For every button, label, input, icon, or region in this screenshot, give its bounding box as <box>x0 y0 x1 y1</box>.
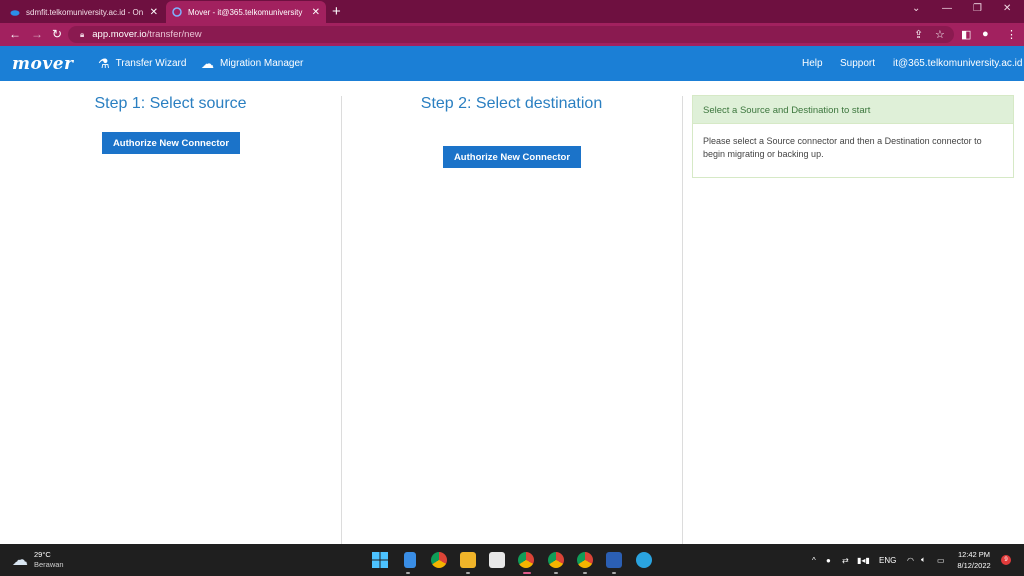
telegram-icon[interactable] <box>636 552 652 568</box>
notepad-icon[interactable] <box>404 552 416 568</box>
active-indicator <box>523 572 531 574</box>
running-indicator <box>466 572 470 574</box>
chrome-icon[interactable] <box>431 552 447 568</box>
tab-title: Mover - it@365.telkomuniversity <box>188 7 303 17</box>
store-icon[interactable] <box>489 552 505 568</box>
show-hidden-icons-icon[interactable]: ^ <box>812 544 816 576</box>
browser-tab-sdmfit[interactable]: sdmfit.telkomuniversity.ac.id - On ✕ <box>4 1 164 23</box>
chrome-profile-icon[interactable] <box>518 552 534 568</box>
help-link[interactable]: Help <box>802 46 823 81</box>
clock-date: 8/12/2022 <box>957 561 991 570</box>
language-indicator[interactable]: ENG <box>879 544 896 576</box>
lock-icon: 🔒︎ <box>80 29 85 39</box>
step-2-title: Step 2: Select destination <box>420 95 603 112</box>
back-icon[interactable]: ← <box>9 27 21 41</box>
profile-icon[interactable]: ● <box>982 28 989 40</box>
panel-heading: Select a Source and Destination to start <box>693 96 1013 123</box>
close-tab-icon[interactable]: ✕ <box>312 7 320 18</box>
chrome-profile-icon[interactable] <box>577 552 593 568</box>
notification-badge[interactable]: 9 <box>1001 555 1011 565</box>
cloud-icon: ☁ <box>12 552 28 569</box>
running-indicator <box>406 572 410 574</box>
cloud-upload-icon: ☁ <box>201 55 214 71</box>
wifi-icon[interactable]: ◠ <box>907 544 914 576</box>
chrome-profile-icon[interactable] <box>548 552 564 568</box>
more-menu-icon[interactable]: ⋮ <box>1006 28 1017 41</box>
minimize-icon[interactable]: — <box>942 3 952 14</box>
close-window-icon[interactable]: ✕ <box>1003 3 1011 14</box>
nav-migration-manager[interactable]: ☁ Migration Manager <box>201 46 303 81</box>
battery-icon[interactable]: ▭ <box>937 544 945 576</box>
bookmark-star-icon[interactable]: ☆ <box>935 28 945 41</box>
browser-toolbar: ← → ↻ 🔒︎ app.mover.io/transfer/new ⇪ ☆ ◧… <box>0 23 1024 46</box>
running-indicator <box>554 572 558 574</box>
mover-logo[interactable]: mover <box>12 54 73 74</box>
url-host: app.mover.io <box>92 29 147 40</box>
taskbar-clock[interactable]: 12:42 PM 8/12/2022 <box>952 549 996 571</box>
onedrive-cloud-icon <box>10 7 20 17</box>
url-path: /transfer/new <box>146 29 202 40</box>
new-tab-icon[interactable]: + <box>332 3 341 20</box>
windows-start-icon[interactable] <box>372 552 388 568</box>
browser-tab-mover[interactable]: Mover - it@365.telkomuniversity ✕ <box>166 1 326 23</box>
security-icon[interactable]: ● <box>826 544 831 576</box>
restore-icon[interactable]: ❐ <box>973 3 982 14</box>
nav-label: Migration Manager <box>220 58 304 69</box>
panel-body: Please select a Source connector and the… <box>693 123 1013 161</box>
audio-levels-icon[interactable]: ▮◂▮ <box>857 544 870 576</box>
column-divider <box>682 96 683 544</box>
tab-title: sdmfit.telkomuniversity.ac.id - On <box>26 7 144 17</box>
nav-transfer-wizard[interactable]: ⚗ Transfer Wizard <box>98 46 186 81</box>
share-icon[interactable]: ⇪ <box>914 28 923 41</box>
support-link[interactable]: Support <box>840 46 875 81</box>
column-divider <box>341 96 342 544</box>
volume-icon[interactable]: 🔈︎ <box>921 544 926 576</box>
authorize-destination-connector-button[interactable]: Authorize New Connector <box>443 146 581 168</box>
chevron-down-icon[interactable]: ⌄ <box>912 3 920 14</box>
running-indicator <box>612 572 616 574</box>
word-icon[interactable] <box>606 552 622 568</box>
side-panel-icon[interactable]: ◧ <box>961 28 971 41</box>
instructions-panel: Select a Source and Destination to start… <box>692 95 1014 178</box>
windows-taskbar: ☁ 29°C Berawan ^ ● ⇄ ▮◂▮ ENG ◠ 🔈︎ ▭ 12:4… <box>0 544 1024 576</box>
file-explorer-icon[interactable] <box>460 552 476 568</box>
step-1-title: Step 1: Select source <box>94 95 247 112</box>
network-settings-icon[interactable]: ⇄ <box>842 544 849 576</box>
reload-icon[interactable]: ↻ <box>52 27 62 41</box>
browser-tab-strip: sdmfit.telkomuniversity.ac.id - On ✕ Mov… <box>0 0 1024 23</box>
clock-time: 12:42 PM <box>957 550 991 559</box>
mover-icon <box>172 7 182 17</box>
flask-icon: ⚗ <box>98 55 110 71</box>
weather-widget[interactable]: ☁ 29°C Berawan <box>12 550 64 570</box>
address-bar[interactable]: 🔒︎ app.mover.io/transfer/new <box>68 26 954 43</box>
forward-icon[interactable]: → <box>31 27 43 41</box>
close-tab-icon[interactable]: ✕ <box>150 7 158 18</box>
temperature: 29°C <box>34 550 51 559</box>
authorize-source-connector-button[interactable]: Authorize New Connector <box>102 132 240 154</box>
nav-label: Transfer Wizard <box>115 58 187 69</box>
weather-condition: Berawan <box>34 560 64 569</box>
app-header: mover ⚗ Transfer Wizard ☁ Migration Mana… <box>0 46 1024 81</box>
account-menu[interactable]: it@365.telkomuniversity.ac.id <box>893 46 1022 81</box>
running-indicator <box>583 572 587 574</box>
